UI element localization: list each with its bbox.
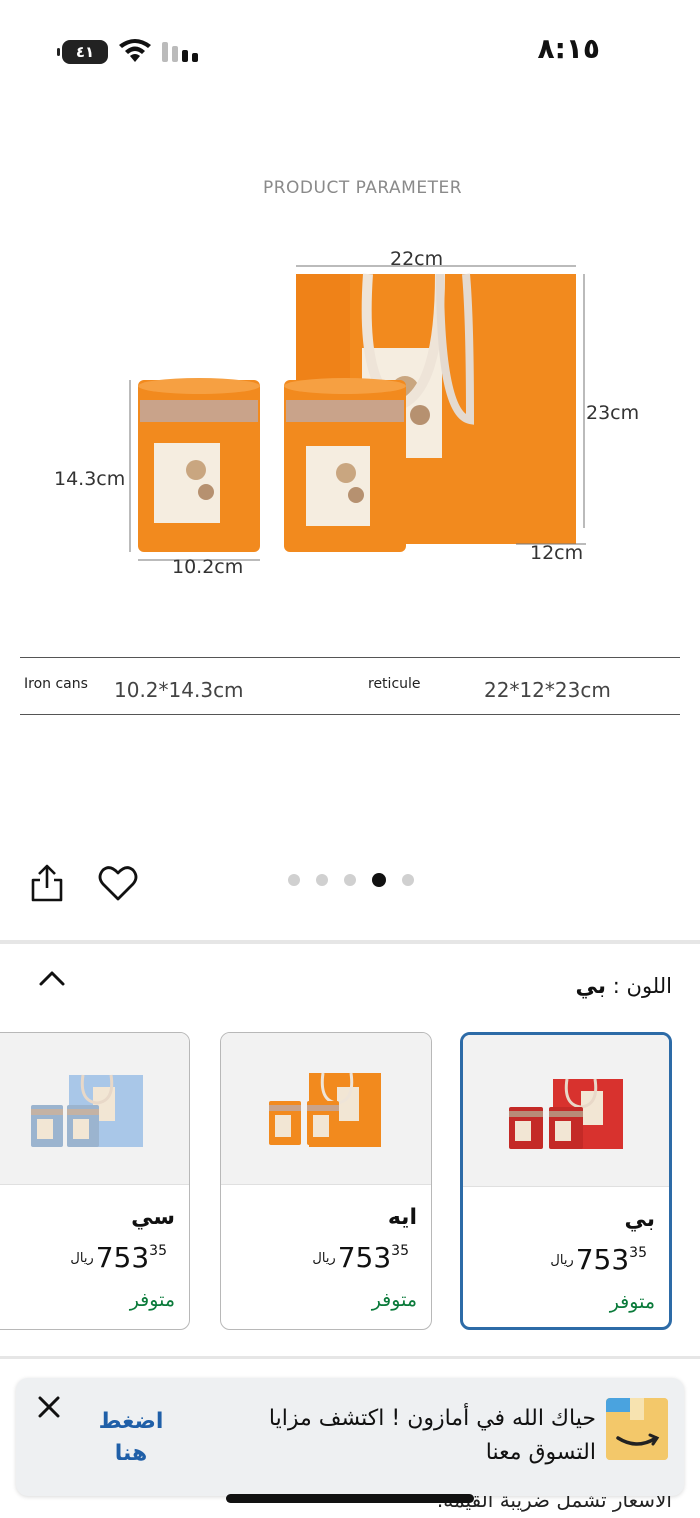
close-icon[interactable] bbox=[36, 1394, 62, 1420]
variant-image bbox=[221, 1033, 431, 1185]
color-label: اللون bbox=[626, 974, 672, 998]
carousel-dot[interactable] bbox=[316, 874, 328, 886]
color-separator: : bbox=[612, 974, 620, 998]
variant-card-a[interactable]: ايه ريال 753 35 متوفر bbox=[220, 1032, 432, 1330]
price-fraction: 35 bbox=[629, 1245, 647, 1261]
iron-cans-label: Iron cans bbox=[24, 676, 88, 692]
variant-name: بي bbox=[624, 1207, 655, 1232]
selected-color: بي bbox=[575, 974, 607, 999]
variant-price: ريال 753 35 bbox=[70, 1241, 167, 1274]
carousel-dot[interactable] bbox=[402, 874, 414, 886]
battery-icon: ٤١ bbox=[57, 40, 108, 64]
currency: ريال bbox=[312, 1251, 336, 1266]
section-divider bbox=[0, 940, 700, 944]
stock-status: متوفر bbox=[129, 1289, 175, 1311]
carousel-dots[interactable] bbox=[288, 873, 414, 887]
carousel-dot[interactable] bbox=[372, 873, 386, 887]
variant-image bbox=[463, 1035, 669, 1187]
reticule-label: reticule bbox=[368, 676, 421, 692]
product-parameter-title: PRODUCT PARAMETER bbox=[262, 178, 463, 198]
carousel-dot[interactable] bbox=[344, 874, 356, 886]
price-fraction: 35 bbox=[391, 1243, 409, 1259]
cellular-signal-icon bbox=[162, 42, 198, 62]
color-selector-label: اللون : بي bbox=[576, 974, 672, 999]
variant-price: ريال 753 35 bbox=[550, 1243, 647, 1276]
status-bar: ٤١ ٨:١٥ bbox=[0, 0, 700, 100]
battery-level: ٤١ bbox=[75, 43, 95, 61]
banner-message: حياك الله في أمازون ! اكتشف مزايا التسوق… bbox=[268, 1406, 596, 1465]
spec-table: Iron cans 10.2*14.3cm reticule 22*12*23c… bbox=[20, 657, 680, 715]
stock-status: متوفر bbox=[371, 1289, 417, 1311]
currency: ريال bbox=[550, 1253, 574, 1268]
reticule-value: 22*12*23cm bbox=[484, 678, 611, 702]
variant-image bbox=[0, 1033, 189, 1185]
price-whole: 753 bbox=[575, 1243, 630, 1276]
variant-name: سي bbox=[131, 1205, 175, 1230]
price-fraction: 35 bbox=[149, 1243, 167, 1259]
share-icon[interactable] bbox=[28, 862, 66, 904]
variant-card-bee[interactable]: بي ريال 753 35 متوفر bbox=[460, 1032, 672, 1330]
can-height-label: 14.3cm bbox=[54, 468, 126, 490]
bag-depth-label: 12cm bbox=[530, 542, 584, 564]
carousel-dot[interactable] bbox=[288, 874, 300, 886]
iron-cans-value: 10.2*14.3cm bbox=[114, 678, 244, 702]
chevron-up-icon[interactable] bbox=[36, 964, 68, 992]
currency: ريال bbox=[70, 1251, 94, 1266]
bag-height-label: 23cm bbox=[586, 402, 640, 424]
section-divider bbox=[0, 1356, 700, 1359]
bag-width-label: 22cm bbox=[390, 248, 444, 270]
tap-here-link[interactable]: اضغط هنا bbox=[86, 1406, 176, 1470]
variant-card-c[interactable]: سي ريال 753 35 متوفر bbox=[0, 1032, 190, 1330]
wifi-icon bbox=[119, 39, 151, 62]
price-whole: 753 bbox=[95, 1241, 150, 1274]
clock: ٨:١٥ bbox=[537, 32, 600, 65]
product-image[interactable]: 22cm 23cm 12cm 14.3cm 10.2cm bbox=[0, 230, 700, 610]
can-width-label: 10.2cm bbox=[172, 556, 244, 578]
amazon-welcome-banner[interactable]: اضغط هنا حياك الله في أمازون ! اكتشف مزا… bbox=[16, 1378, 684, 1496]
stock-status: متوفر bbox=[609, 1291, 655, 1313]
price-whole: 753 bbox=[337, 1241, 392, 1274]
variant-name: ايه bbox=[387, 1205, 417, 1230]
variant-price: ريال 753 35 bbox=[312, 1241, 409, 1274]
home-indicator bbox=[226, 1494, 474, 1503]
heart-icon[interactable] bbox=[98, 864, 138, 902]
amazon-box-icon bbox=[606, 1398, 668, 1460]
